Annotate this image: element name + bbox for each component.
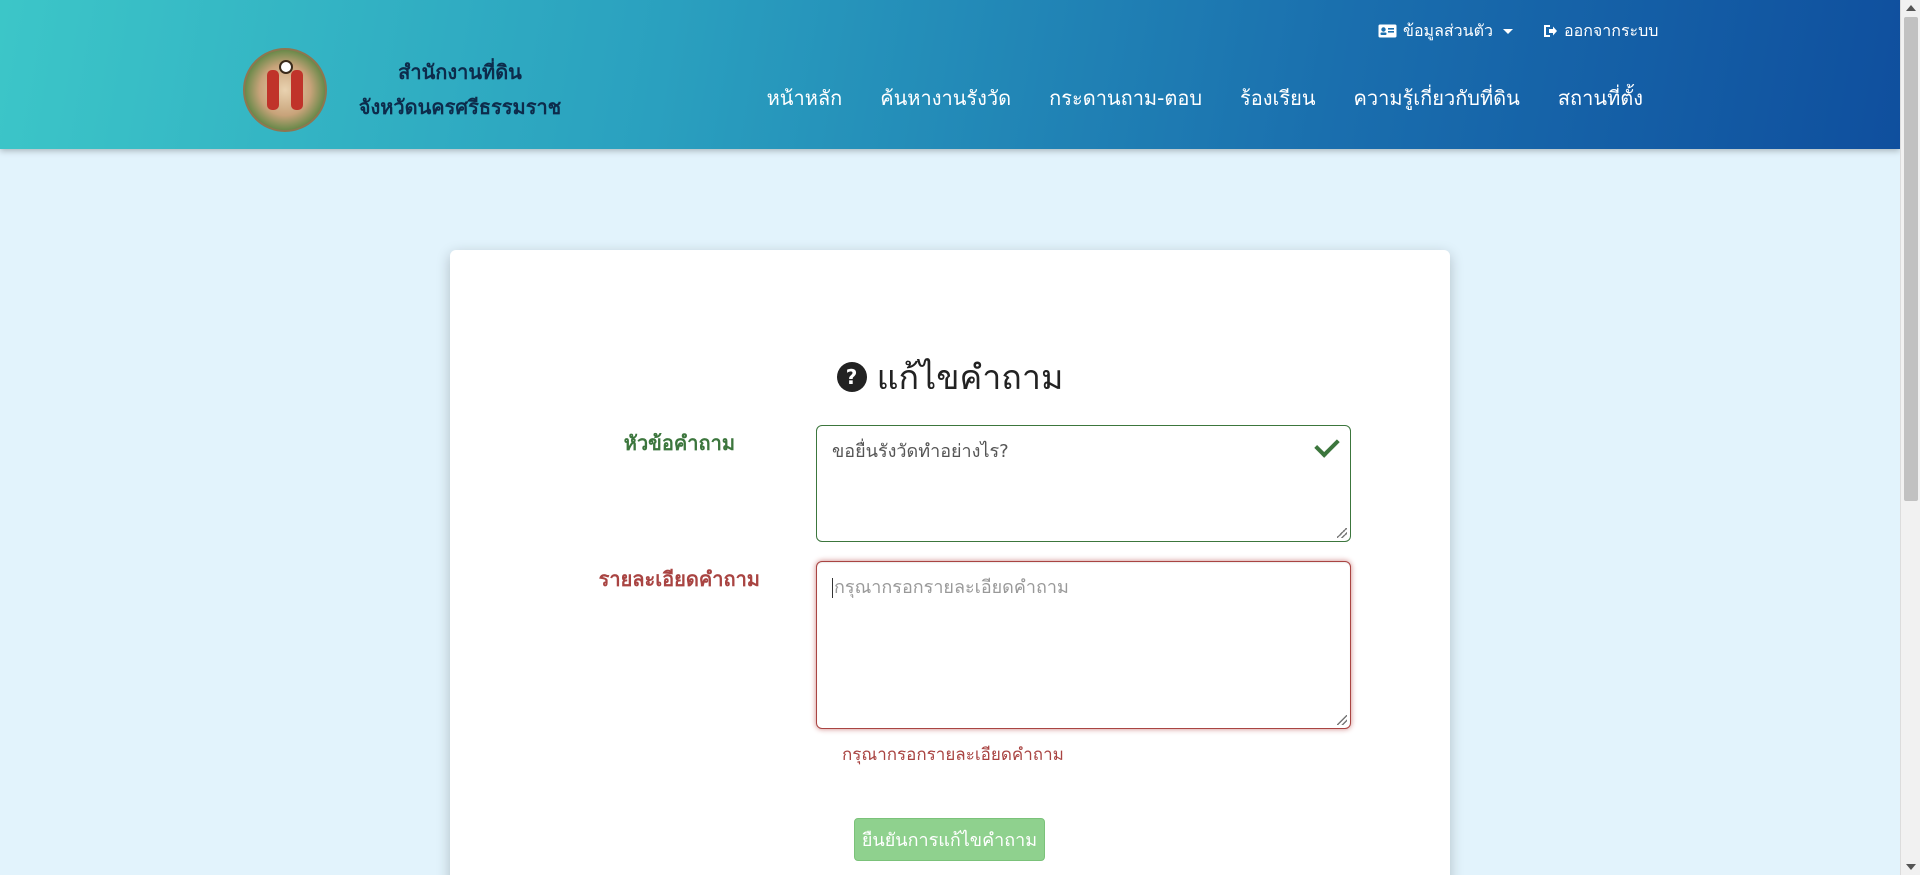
sign-out-icon [1544,25,1557,37]
resize-handle-icon[interactable] [1337,715,1347,725]
question-circle-icon: ? [836,362,867,392]
check-icon [1314,432,1340,458]
id-card-icon [1378,24,1397,38]
subject-textarea[interactable]: ขอยื่นรังวัดทำอย่างไร? [816,425,1351,542]
brand-line-2: จังหวัดนครศรีธรรมราช [358,95,562,119]
subject-label: หัวข้อคำถาม [623,431,735,455]
nav-complaint[interactable]: ร้องเรียน [1240,82,1316,114]
detail-label: รายละเอียดคำถาม [598,567,760,591]
page-title: ? แก้ไขคำถาม [450,350,1450,404]
scroll-up-icon[interactable] [1906,5,1916,11]
brand-line-1: สำนักงานที่ดิน [398,60,522,84]
text-cursor [832,578,833,598]
logout-link[interactable]: ออกจากระบบ [1543,19,1658,43]
logout-label: ออกจากระบบ [1564,20,1659,40]
edit-question-card: ? แก้ไขคำถาม หัวข้อคำถาม ขอยื่นรังวัดทำอ… [450,250,1450,875]
page-title-text: แก้ไขคำถาม [876,358,1064,398]
nav-search-survey[interactable]: ค้นหางานรังวัด [880,82,1011,114]
scrollbar-thumb[interactable] [1904,17,1918,501]
scroll-down-icon[interactable] [1906,864,1916,870]
resize-handle-icon[interactable] [1337,528,1347,538]
nav-home[interactable]: หน้าหลัก [767,82,843,114]
site-logo[interactable] [243,48,327,132]
profile-menu[interactable]: ข้อมูลส่วนตัว [1378,19,1513,43]
nav-qa-board[interactable]: กระดานถาม-ตอบ [1049,82,1202,114]
site-brand[interactable]: สำนักงานที่ดิน จังหวัดนครศรีธรรมราช [355,55,565,125]
confirm-edit-button[interactable]: ยืนยันการแก้ไขคำถาม [854,818,1045,861]
site-header: สำนักงานที่ดิน จังหวัดนครศรีธรรมราช ข้อม… [0,0,1900,149]
subject-value: ขอยื่นรังวัดทำอย่างไร? [832,441,1009,462]
detail-error-message: กรุณากรอกรายละเอียดคำถาม [842,745,1064,765]
nav-land-knowledge[interactable]: ความรู้เกี่ยวกับที่ดิน [1354,82,1520,114]
page-scrollbar[interactable] [1900,0,1920,875]
main-nav: หน้าหลัก ค้นหางานรังวัด กระดานถาม-ตอบ ร้… [767,82,1643,114]
caret-down-icon [1502,28,1513,34]
nav-location[interactable]: สถานที่ตั้ง [1558,82,1643,114]
detail-placeholder: กรุณากรอกรายละเอียดคำถาม [834,577,1069,598]
detail-textarea[interactable]: กรุณากรอกรายละเอียดคำถาม [816,561,1351,729]
profile-label: ข้อมูลส่วนตัว [1403,20,1493,40]
